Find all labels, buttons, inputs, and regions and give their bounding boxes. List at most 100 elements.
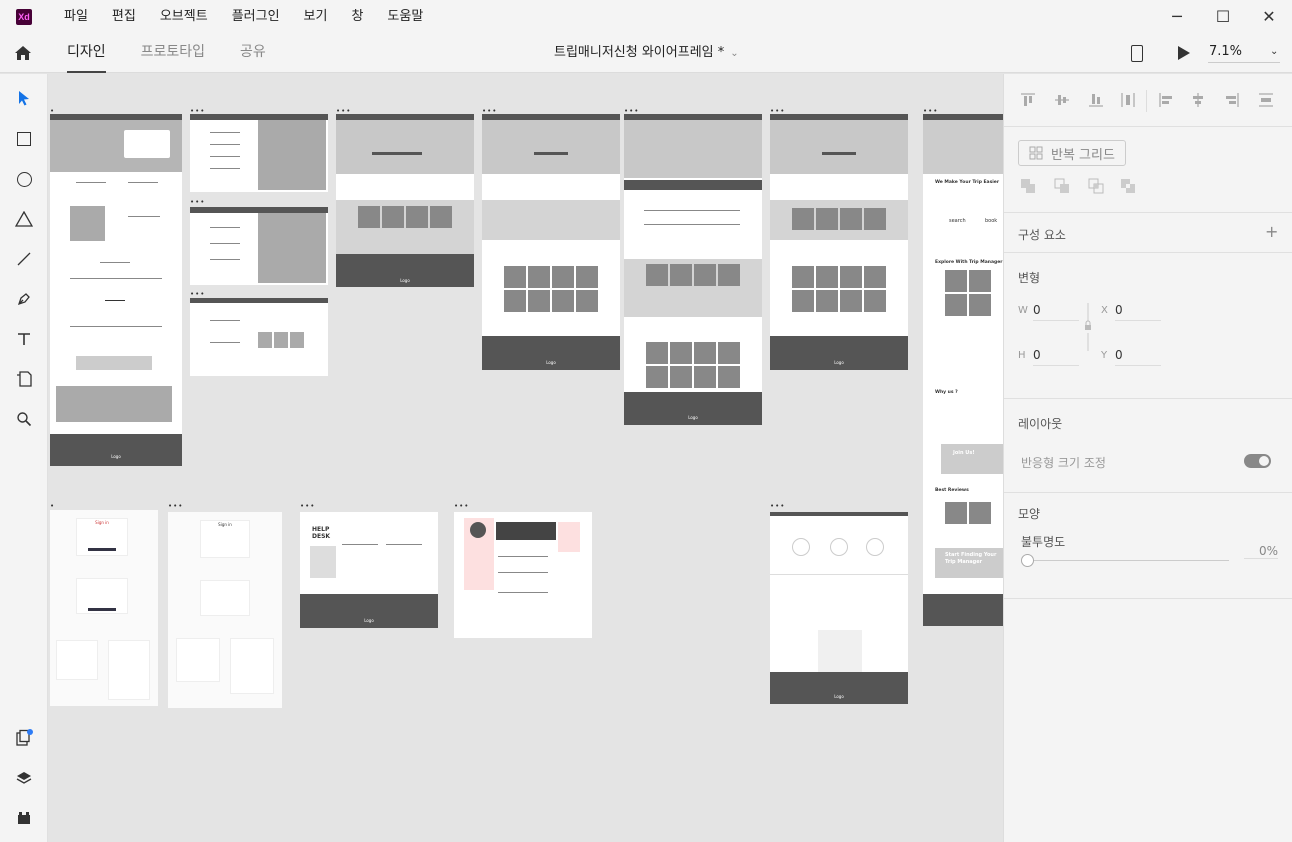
zoom-level[interactable]: 7.1% bbox=[1209, 33, 1242, 71]
zoom-icon[interactable] bbox=[14, 409, 34, 429]
artboard-list[interactable]: Logo bbox=[770, 114, 908, 370]
artboard-trip-planner[interactable]: Logo bbox=[770, 512, 908, 704]
close-button[interactable]: ✕ bbox=[1246, 0, 1292, 33]
boolean-add-icon[interactable] bbox=[1020, 178, 1036, 194]
artboard-form-3[interactable] bbox=[190, 298, 328, 376]
assets-icon[interactable] bbox=[14, 808, 34, 828]
artboard-label: ••• bbox=[190, 290, 206, 298]
menu-item-window[interactable]: 창 bbox=[339, 0, 375, 33]
rectangle-icon[interactable] bbox=[14, 129, 34, 149]
menu-item-help[interactable]: 도움말 bbox=[375, 0, 435, 33]
footer-logo: Logo bbox=[688, 415, 698, 420]
x-field[interactable]: 0 bbox=[1115, 303, 1161, 321]
menu-items: 파일 편집 오브젝트 플러그인 보기 창 도움말 bbox=[52, 0, 435, 33]
menu-item-object[interactable]: 오브젝트 bbox=[148, 0, 220, 33]
footer-logo: Logo bbox=[834, 360, 844, 365]
x-label: X bbox=[1101, 305, 1108, 316]
align-left-icon[interactable] bbox=[1158, 92, 1174, 108]
artboard-search[interactable]: Logo bbox=[336, 114, 474, 287]
document-title[interactable]: 트립매니저신청 와이어프레임 * ⌄ bbox=[554, 33, 739, 74]
repeat-grid-button[interactable]: 반복 그리드 bbox=[1018, 140, 1126, 166]
transform-title: 변형 bbox=[1018, 271, 1041, 285]
align-center-icon[interactable] bbox=[1190, 92, 1206, 108]
tool-bar bbox=[0, 74, 48, 842]
add-component-button[interactable]: + bbox=[1265, 222, 1278, 241]
boolean-intersect-icon[interactable] bbox=[1088, 178, 1104, 194]
repeat-grid-section: 반복 그리드 bbox=[1004, 127, 1292, 213]
artboard-landing-v2[interactable]: We Make Your Trip Easier search book Exp… bbox=[923, 114, 1003, 626]
height-field[interactable]: 0 bbox=[1033, 348, 1079, 366]
components-title: 구성 요소 bbox=[1018, 228, 1066, 242]
artboard-main-landing[interactable]: Logo bbox=[50, 114, 182, 466]
section-title: We Make Your Trip Easier bbox=[935, 180, 1000, 185]
y-field[interactable]: 0 bbox=[1115, 348, 1161, 366]
plugins-icon[interactable] bbox=[14, 728, 34, 748]
opacity-slider-track[interactable] bbox=[1031, 560, 1229, 561]
distribute-vertical-icon[interactable] bbox=[1258, 92, 1274, 108]
align-section bbox=[1004, 74, 1292, 127]
menu-bar: Xd 파일 편집 오브젝트 플러그인 보기 창 도움말 ─ ☐ ✕ bbox=[0, 0, 1292, 33]
artboard-label: ••• bbox=[770, 502, 786, 510]
y-label: Y bbox=[1101, 350, 1108, 361]
menu-item-plugins[interactable]: 플러그인 bbox=[220, 0, 292, 33]
zoom-field-underline bbox=[1208, 62, 1280, 63]
artboard-icon[interactable] bbox=[14, 369, 34, 389]
height-label: H bbox=[1018, 350, 1026, 361]
banner-text: Join Us! bbox=[953, 450, 975, 456]
menu-item-file[interactable]: 파일 bbox=[52, 0, 100, 33]
artboard-label: ••• bbox=[300, 502, 316, 510]
width-field[interactable]: 0 bbox=[1033, 303, 1079, 321]
align-middle-icon[interactable] bbox=[1054, 92, 1070, 108]
distribute-horizontal-icon[interactable] bbox=[1120, 92, 1136, 108]
section-title: Why us ? bbox=[935, 390, 958, 395]
tab-share[interactable]: 공유 bbox=[240, 33, 266, 73]
menu-item-view[interactable]: 보기 bbox=[292, 0, 340, 33]
artboard-detail[interactable]: Logo bbox=[624, 114, 762, 425]
artboard-help-desk[interactable]: HELP DESK Logo bbox=[300, 512, 438, 628]
toggle-knob bbox=[1259, 456, 1269, 466]
opacity-field[interactable]: 0% bbox=[1244, 544, 1278, 559]
footer-logo: Logo bbox=[546, 360, 556, 365]
triangle-icon[interactable] bbox=[14, 209, 34, 229]
design-canvas[interactable]: • Logo ••• ••• ••• ••• Logo ••• Logo •••… bbox=[48, 74, 1003, 842]
layers-icon[interactable] bbox=[14, 768, 34, 788]
pen-icon[interactable] bbox=[14, 289, 34, 309]
appearance-title: 모양 bbox=[1018, 507, 1041, 521]
layout-title: 레이아웃 bbox=[1018, 417, 1063, 431]
artboard-signin-2[interactable]: Sign in bbox=[168, 512, 282, 708]
maximize-button[interactable]: ☐ bbox=[1200, 0, 1246, 33]
align-bottom-icon[interactable] bbox=[1088, 92, 1104, 108]
responsive-resize-toggle[interactable] bbox=[1244, 454, 1271, 468]
minimize-button[interactable]: ─ bbox=[1154, 0, 1200, 33]
step-label: book bbox=[985, 218, 998, 224]
align-top-icon[interactable] bbox=[1020, 92, 1036, 108]
play-icon[interactable] bbox=[1178, 46, 1190, 60]
lock-aspect-icon[interactable] bbox=[1083, 303, 1093, 351]
line-icon[interactable] bbox=[14, 249, 34, 269]
responsive-resize-label: 반응형 크기 조정 bbox=[1021, 456, 1106, 470]
chevron-down-icon[interactable]: ⌄ bbox=[1270, 33, 1278, 71]
signin-title: Sign in bbox=[218, 522, 232, 527]
artboard-profile[interactable] bbox=[454, 512, 592, 638]
transform-section: 변형 W 0 X 0 H 0 Y 0 bbox=[1004, 253, 1292, 399]
tab-prototype[interactable]: 프로토타입 bbox=[141, 33, 205, 73]
step-label: search bbox=[949, 218, 966, 224]
artboard-results[interactable]: Logo bbox=[482, 114, 620, 370]
opacity-slider-thumb[interactable] bbox=[1021, 554, 1034, 567]
tab-design[interactable]: 디자인 bbox=[67, 33, 106, 73]
text-icon[interactable] bbox=[14, 329, 34, 349]
artboard-signin-1[interactable]: Sign in bbox=[50, 510, 158, 706]
boolean-subtract-icon[interactable] bbox=[1054, 178, 1070, 194]
signin-title: Sign in bbox=[95, 520, 109, 525]
menu-item-edit[interactable]: 편집 bbox=[100, 0, 148, 33]
footer-logo: Logo bbox=[111, 454, 121, 459]
artboard-label: • bbox=[50, 502, 56, 510]
home-icon[interactable] bbox=[13, 43, 33, 63]
boolean-exclude-icon[interactable] bbox=[1120, 178, 1136, 194]
artboard-form-2[interactable] bbox=[190, 207, 328, 285]
artboard-form-1[interactable] bbox=[190, 114, 328, 192]
align-right-icon[interactable] bbox=[1224, 92, 1240, 108]
device-preview-icon[interactable] bbox=[1131, 45, 1143, 62]
ellipse-icon[interactable] bbox=[14, 169, 34, 189]
select-icon[interactable] bbox=[14, 88, 34, 108]
